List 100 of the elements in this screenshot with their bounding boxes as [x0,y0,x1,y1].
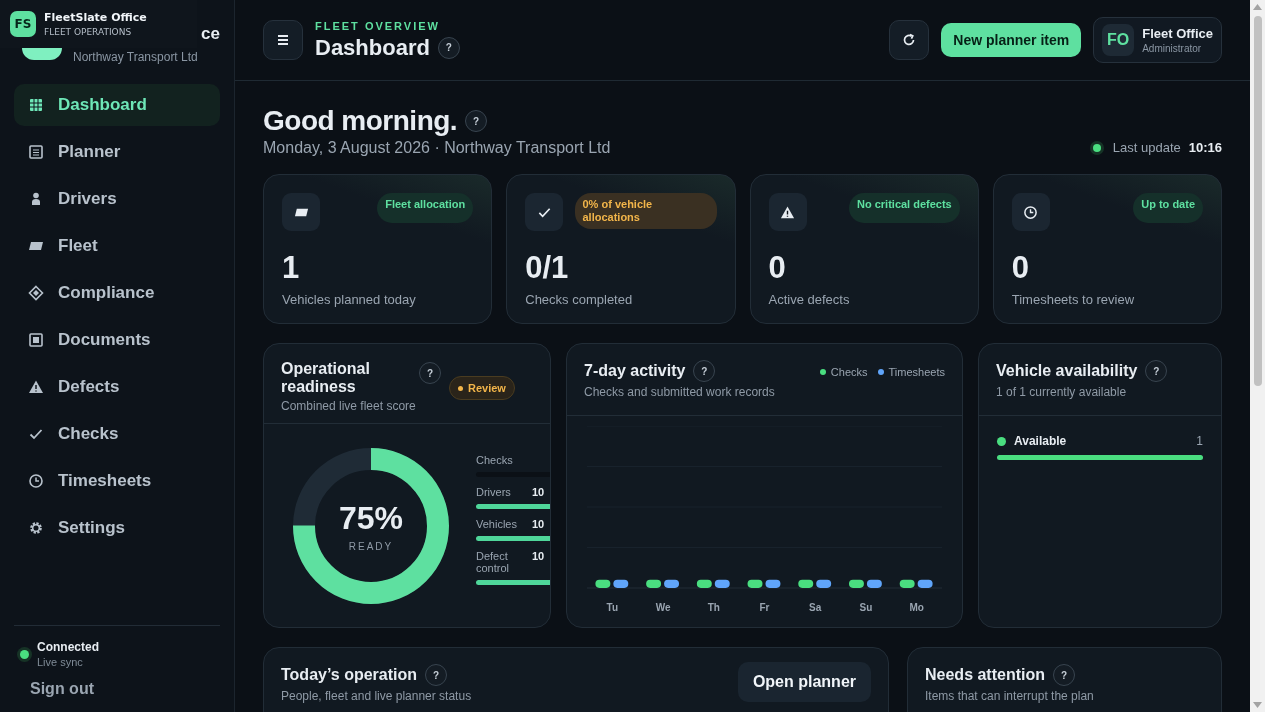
open-planner-button[interactable]: Open planner [737,662,871,702]
greeting-subtitle: Monday, 3 August 2026 · Northway Transport Ltd [263,139,612,157]
panel-title: Vehicle availability [996,362,1138,380]
metric-value: 10 [532,486,545,498]
new-planner-item-button[interactable]: New planner item [941,23,1082,57]
scroll-down-arrow-icon [1253,702,1262,708]
help-button[interactable]: ? [693,360,716,382]
help-button[interactable]: ? [419,362,441,384]
grid-icon [28,97,44,113]
help-button[interactable]: ? [1145,360,1168,382]
metric-label: Defect control [476,550,511,574]
availability-count: 1 [1196,434,1203,448]
last-update-time: 10:16 [1188,140,1222,155]
metric-label: Checks [476,454,514,466]
sign-out-button[interactable]: Sign out [20,680,214,698]
tooltip-title: FleetSlate Office [44,11,147,24]
nav-item[interactable]: Compliance [14,272,220,314]
nav-item[interactable]: Defects [14,366,220,408]
nav-item[interactable]: Settings [14,507,220,549]
help-button[interactable]: ? [1053,664,1075,686]
brand-subtitle: Northway Transport Ltd [73,50,198,64]
day-label: Sa [808,602,823,613]
chart-bar [613,579,629,588]
page-title: Dashboard [315,34,430,61]
day-label: Th [706,602,721,613]
panel-title: Operational readiness [281,360,371,396]
chart-bar [747,579,763,588]
metric-label: Drivers [476,486,512,498]
help-button[interactable]: ? [437,36,460,59]
legend-label: Timesheets [888,366,945,378]
status-badge: Up to date [1133,193,1203,224]
day-label: Fr [758,602,771,613]
menu-button[interactable] [263,20,303,60]
chart-bar [798,579,814,588]
stat-label: Vehicles planned today [282,292,417,307]
app-logo: FS [10,11,36,37]
panel-subtitle: 1 of 1 currently available [996,385,1128,399]
help-button[interactable]: ? [465,110,488,132]
metric-value: 10 [532,518,545,530]
day-label: Mo [908,602,925,613]
nav-item[interactable]: Checks [14,413,220,455]
page-eyebrow: FLEET OVERVIEW [315,19,441,32]
nav-item[interactable]: Fleet [14,225,220,267]
greeting-title: Good morning. [263,105,458,137]
stat-value: 0 [1011,250,1030,286]
panel-title: Today’s operation [281,666,417,684]
panel-title: 7-day activity [584,362,686,380]
stat-value: 0 [768,250,787,286]
document-icon [28,332,44,348]
panel-subtitle: Items that can interrupt the plan [925,689,1094,703]
list-icon [28,144,44,160]
chart-bar [816,579,832,588]
nav-item[interactable]: Documents [14,319,220,361]
status-label: Connected [37,640,99,654]
status-pill: Review [449,376,515,400]
stat-label: Timesheets to review [1011,292,1136,307]
last-update-label: Last update [1112,140,1181,155]
stat-value: 1 [282,250,301,286]
nav-item[interactable]: Planner [14,131,220,173]
metric-value: 10 [532,550,545,564]
panel-subtitle: Checks and submitted work records [584,385,775,399]
nav-item[interactable]: Dashboard [14,84,220,126]
panel-subtitle: Combined live fleet score [281,399,417,413]
user-name: Fleet Office [1142,26,1213,41]
user-role: Administrator [1142,43,1203,54]
nav-item[interactable]: Drivers [14,178,220,220]
diamond-icon [28,285,44,301]
chart-bar [646,579,662,588]
help-button[interactable]: ? [425,664,447,686]
brand-title: ce [201,24,220,44]
stat-label: Checks completed [525,292,634,307]
chart-bar [765,579,781,588]
chart-bar [917,579,933,588]
chart-bar [664,579,680,588]
avatar: FO [1102,24,1135,56]
warning-icon [780,204,795,220]
clock-icon [28,473,44,489]
status-badge: Fleet allocation [377,193,474,224]
day-label: Su [858,602,874,613]
nav-item[interactable]: Timesheets [14,460,220,502]
chart-bar [696,579,712,588]
chart-bar [866,579,882,588]
legend-label: Checks [830,366,868,378]
readiness-caption: READY [348,540,394,552]
day-label: We [654,602,672,613]
tooltip-subtitle: FLEET OPERATIONS [44,27,133,37]
scroll-up-arrow-icon [1253,4,1262,10]
refresh-button[interactable] [889,20,930,60]
chart-bar [899,579,915,588]
clock-icon [1023,204,1039,220]
availability-label: Available [1014,434,1067,448]
live-dot [1092,143,1101,152]
chart-bar [714,579,730,588]
panel-title: Needs attention [925,666,1045,684]
day-label: Tu [605,602,620,613]
stat-value: 0/1 [525,250,570,286]
readiness-percent: 75% [338,499,403,537]
stat-label: Active defects [768,292,851,307]
warning-icon [28,379,44,395]
chart-bar [595,579,611,588]
